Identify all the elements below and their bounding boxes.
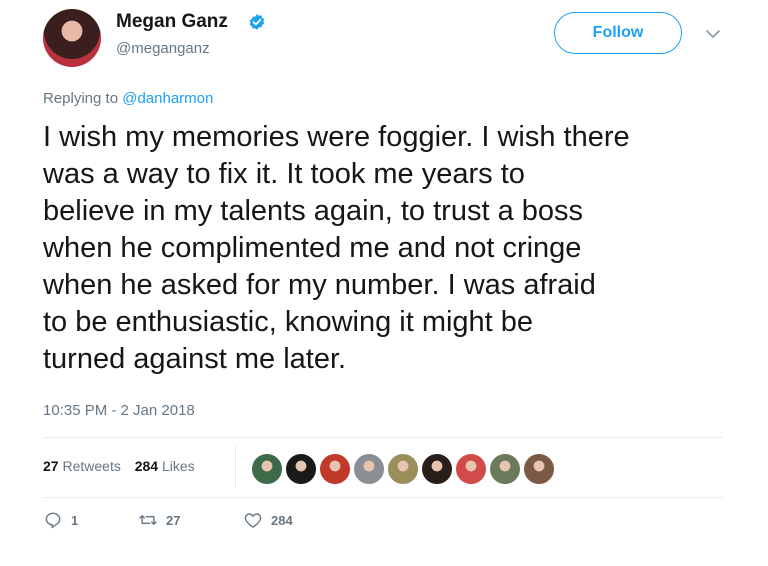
retweet-icon	[139, 515, 157, 525]
chevron-down-icon[interactable]	[705, 28, 721, 40]
liker-avatar[interactable]	[318, 452, 352, 486]
reply-icon	[45, 512, 61, 529]
stats-separator	[235, 446, 236, 488]
likes-count: 284	[134, 458, 159, 474]
like-button[interactable]: 284	[243, 510, 293, 530]
liker-avatar[interactable]	[420, 452, 454, 486]
divider-bottom	[43, 497, 723, 498]
tweet-card: Megan Ganz @meganganz Follow Replying to…	[0, 0, 768, 566]
retweets-label: Retweets	[62, 458, 121, 474]
tweet-timestamp[interactable]: 10:35 PM - 2 Jan 2018	[43, 402, 195, 419]
follow-button[interactable]: Follow	[554, 12, 682, 54]
liker-avatar[interactable]	[522, 452, 556, 486]
liker-avatar[interactable]	[352, 452, 386, 486]
retweet-button[interactable]: 27	[138, 510, 180, 530]
liker-avatar[interactable]	[250, 452, 284, 486]
verified-badge-icon	[249, 14, 265, 30]
likes-label: Likes	[161, 458, 195, 474]
tweet-text: I wish my memories were foggier. I wish …	[43, 121, 630, 375]
liker-avatar[interactable]	[284, 452, 318, 486]
author-avatar[interactable]	[43, 9, 101, 67]
reply-button[interactable]: 1	[43, 510, 78, 530]
liker-avatar[interactable]	[386, 452, 420, 486]
reply-prefix: Replying to	[43, 90, 119, 107]
author-handle[interactable]: @meganganz	[116, 40, 210, 57]
retweets-count: 27	[43, 458, 59, 474]
heart-icon	[244, 513, 262, 528]
liker-avatar[interactable]	[488, 452, 522, 486]
retweet-count: 27	[166, 512, 181, 528]
author-name[interactable]: Megan Ganz	[116, 11, 228, 33]
liker-avatars	[250, 452, 580, 486]
liker-avatar[interactable]	[454, 452, 488, 486]
divider-top	[43, 437, 723, 438]
reply-count: 1	[71, 512, 79, 528]
engagement-stats: 27 Retweets 284 Likes	[43, 458, 205, 474]
reply-target-link[interactable]: @danharmon	[122, 90, 213, 107]
reply-context: Replying to @danharmon	[43, 90, 213, 107]
retweets-stat[interactable]: 27 Retweets	[43, 458, 125, 474]
likes-stat[interactable]: 284 Likes	[135, 458, 195, 474]
like-count: 284	[271, 512, 293, 528]
